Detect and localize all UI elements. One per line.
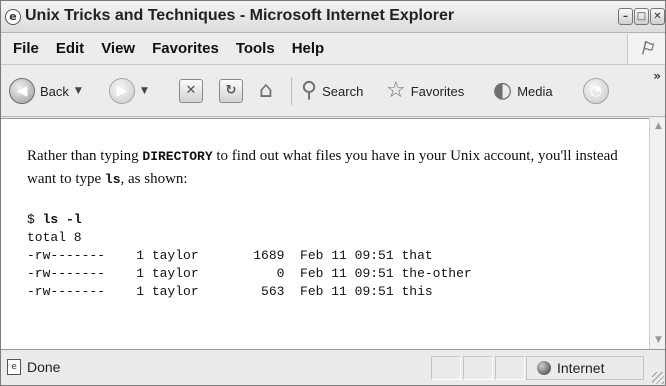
vertical-scrollbar[interactable]: ▲ ▼ xyxy=(649,118,665,349)
title-bar: e Unix Tricks and Techniques - Microsoft… xyxy=(1,1,665,33)
menu-bar: File Edit View Favorites Tools Help ⚐ xyxy=(1,33,665,65)
page-content: Rather than typing DIRECTORY to find out… xyxy=(1,118,649,349)
search-icon: ⚲ xyxy=(301,78,318,103)
menu-favorites[interactable]: Favorites xyxy=(152,40,219,57)
code-directory: DIRECTORY xyxy=(142,149,213,164)
refresh-button[interactable]: ↻ xyxy=(219,65,243,117)
star-icon: ☆ xyxy=(386,78,406,103)
search-button[interactable]: ⚲ Search xyxy=(301,65,363,117)
status-panels xyxy=(431,356,525,380)
stop-icon: ✕ xyxy=(179,79,203,103)
status-panel xyxy=(463,356,493,380)
code-ls: ls xyxy=(104,172,121,187)
zone-label: Internet xyxy=(557,360,605,376)
scroll-down-icon[interactable]: ▼ xyxy=(650,332,665,349)
toolbar-overflow-chevron-icon[interactable]: » xyxy=(653,69,661,83)
menu-view[interactable]: View xyxy=(101,40,135,57)
ie-app-icon: e xyxy=(5,9,21,25)
menu-file[interactable]: File xyxy=(13,40,39,57)
resize-grip-icon[interactable] xyxy=(652,372,664,384)
browser-window: e Unix Tricks and Techniques - Microsoft… xyxy=(0,0,666,386)
media-button[interactable]: ◐ Media xyxy=(493,65,553,117)
globe-icon xyxy=(537,361,551,375)
output-line: -rw------- 1 taylor 1689 Feb 11 09:51 th… xyxy=(27,248,433,263)
shell-prompt: $ xyxy=(27,212,43,227)
window-title: Unix Tricks and Techniques - Microsoft I… xyxy=(25,7,455,24)
intro-paragraph: Rather than typing DIRECTORY to find out… xyxy=(27,145,637,191)
status-text: Done xyxy=(27,359,61,375)
history-clock-icon: ◔ xyxy=(583,78,609,104)
media-speaker-icon: ◐ xyxy=(493,78,513,103)
output-line: -rw------- 1 taylor 563 Feb 11 09:51 thi… xyxy=(27,284,433,299)
status-panel xyxy=(431,356,461,380)
stop-button[interactable]: ✕ xyxy=(179,65,203,117)
favorites-button[interactable]: ☆ Favorites xyxy=(386,65,464,117)
home-icon: ⌂ xyxy=(259,78,273,103)
toolbar: ◀ Back ▼ ▶ ▼ ✕ ↻ ⌂ ⚲ Search ☆ Favorites … xyxy=(1,65,665,117)
back-button[interactable]: ◀ Back ▼ xyxy=(9,65,82,117)
refresh-icon: ↻ xyxy=(219,79,243,103)
status-left: e Done xyxy=(7,359,60,375)
shell-command: ls -l xyxy=(42,212,82,227)
window-controls: – □ ✕ xyxy=(618,8,665,25)
forward-arrow-icon: ▶ xyxy=(109,78,135,104)
toolbar-separator xyxy=(291,77,292,105)
scroll-up-icon[interactable]: ▲ xyxy=(650,118,665,135)
history-button[interactable]: ◔ xyxy=(583,65,609,117)
security-zone: Internet xyxy=(526,356,644,380)
search-label: Search xyxy=(322,83,364,99)
back-dropdown-icon[interactable]: ▼ xyxy=(75,86,82,96)
output-line: -rw------- 1 taylor 0 Feb 11 09:51 the-o… xyxy=(27,266,472,281)
maximize-button[interactable]: □ xyxy=(634,8,649,25)
windows-flag-icon: ⚐ xyxy=(627,34,665,64)
para-text-3: , as shown: xyxy=(120,171,188,187)
home-button[interactable]: ⌂ xyxy=(259,65,273,117)
minimize-button[interactable]: – xyxy=(618,8,633,25)
forward-button[interactable]: ▶ ▼ xyxy=(109,65,148,117)
menu-edit[interactable]: Edit xyxy=(56,40,84,57)
media-label: Media xyxy=(517,83,553,99)
close-button[interactable]: ✕ xyxy=(650,8,665,25)
menu-help[interactable]: Help xyxy=(292,40,325,57)
terminal-output: $ ls -l total 8 -rw------- 1 taylor 1689… xyxy=(27,211,472,301)
menu-tools[interactable]: Tools xyxy=(236,40,275,57)
forward-dropdown-icon[interactable]: ▼ xyxy=(141,86,148,96)
status-bar: e Done Internet xyxy=(1,349,665,385)
status-panel xyxy=(495,356,525,380)
back-arrow-icon: ◀ xyxy=(9,78,35,104)
page-done-icon: e xyxy=(7,359,21,375)
back-label: Back xyxy=(40,83,69,99)
favorites-label: Favorites xyxy=(410,83,465,99)
para-text-1: Rather than typing xyxy=(27,148,143,164)
output-line: total 8 xyxy=(27,230,82,245)
